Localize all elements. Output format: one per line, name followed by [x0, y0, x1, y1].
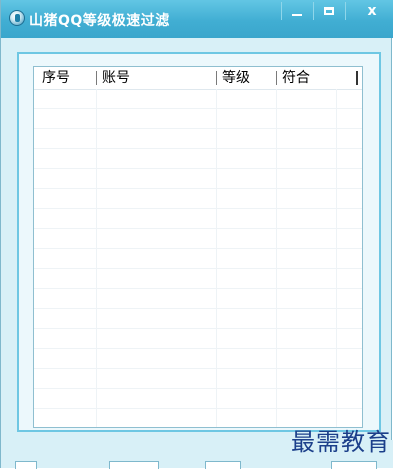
window-title: 山猪QQ等级极速过滤 [29, 13, 170, 29]
table-row[interactable] [34, 249, 362, 269]
table-row[interactable] [34, 349, 362, 369]
table-row[interactable] [34, 129, 362, 149]
table-row[interactable] [34, 389, 362, 409]
column-header-level[interactable]: 等级 [222, 67, 250, 89]
table-row[interactable] [34, 229, 362, 249]
table-row[interactable] [34, 189, 362, 209]
minimize-button[interactable] [283, 0, 311, 22]
app-window: 山猪QQ等级极速过滤 x 序号 账号 等级 符合 [0, 0, 393, 469]
close-icon: x [367, 3, 377, 19]
table-row[interactable] [34, 269, 362, 289]
table-row[interactable] [34, 289, 362, 309]
title-divider [345, 2, 346, 20]
table-row[interactable] [34, 149, 362, 169]
column-divider[interactable] [276, 71, 277, 85]
list-header: 序号 账号 等级 符合 [34, 67, 362, 90]
column-divider[interactable] [96, 71, 97, 85]
title-divider [313, 2, 314, 20]
table-row[interactable] [34, 109, 362, 129]
column-divider[interactable] [356, 71, 358, 85]
title-divider [281, 2, 282, 20]
table-row[interactable] [34, 309, 362, 329]
watermark-text: 最需教育 [291, 428, 391, 456]
maximize-icon [324, 7, 334, 15]
list-body [34, 89, 362, 427]
table-row[interactable] [34, 89, 362, 109]
close-button[interactable]: x [355, 0, 389, 22]
table-row[interactable] [34, 369, 362, 389]
table-row[interactable] [34, 209, 362, 229]
column-divider[interactable] [216, 71, 217, 85]
maximize-button[interactable] [315, 0, 343, 22]
app-globe-icon [9, 10, 25, 26]
column-header-match[interactable]: 符合 [282, 67, 310, 89]
title-bar[interactable]: 山猪QQ等级极速过滤 x [1, 0, 393, 38]
column-header-account[interactable]: 账号 [102, 67, 130, 89]
column-header-index[interactable]: 序号 [42, 67, 70, 89]
minimize-icon [292, 14, 302, 16]
account-list[interactable]: 序号 账号 等级 符合 [33, 66, 363, 428]
table-row[interactable] [34, 169, 362, 189]
table-row[interactable] [34, 329, 362, 349]
